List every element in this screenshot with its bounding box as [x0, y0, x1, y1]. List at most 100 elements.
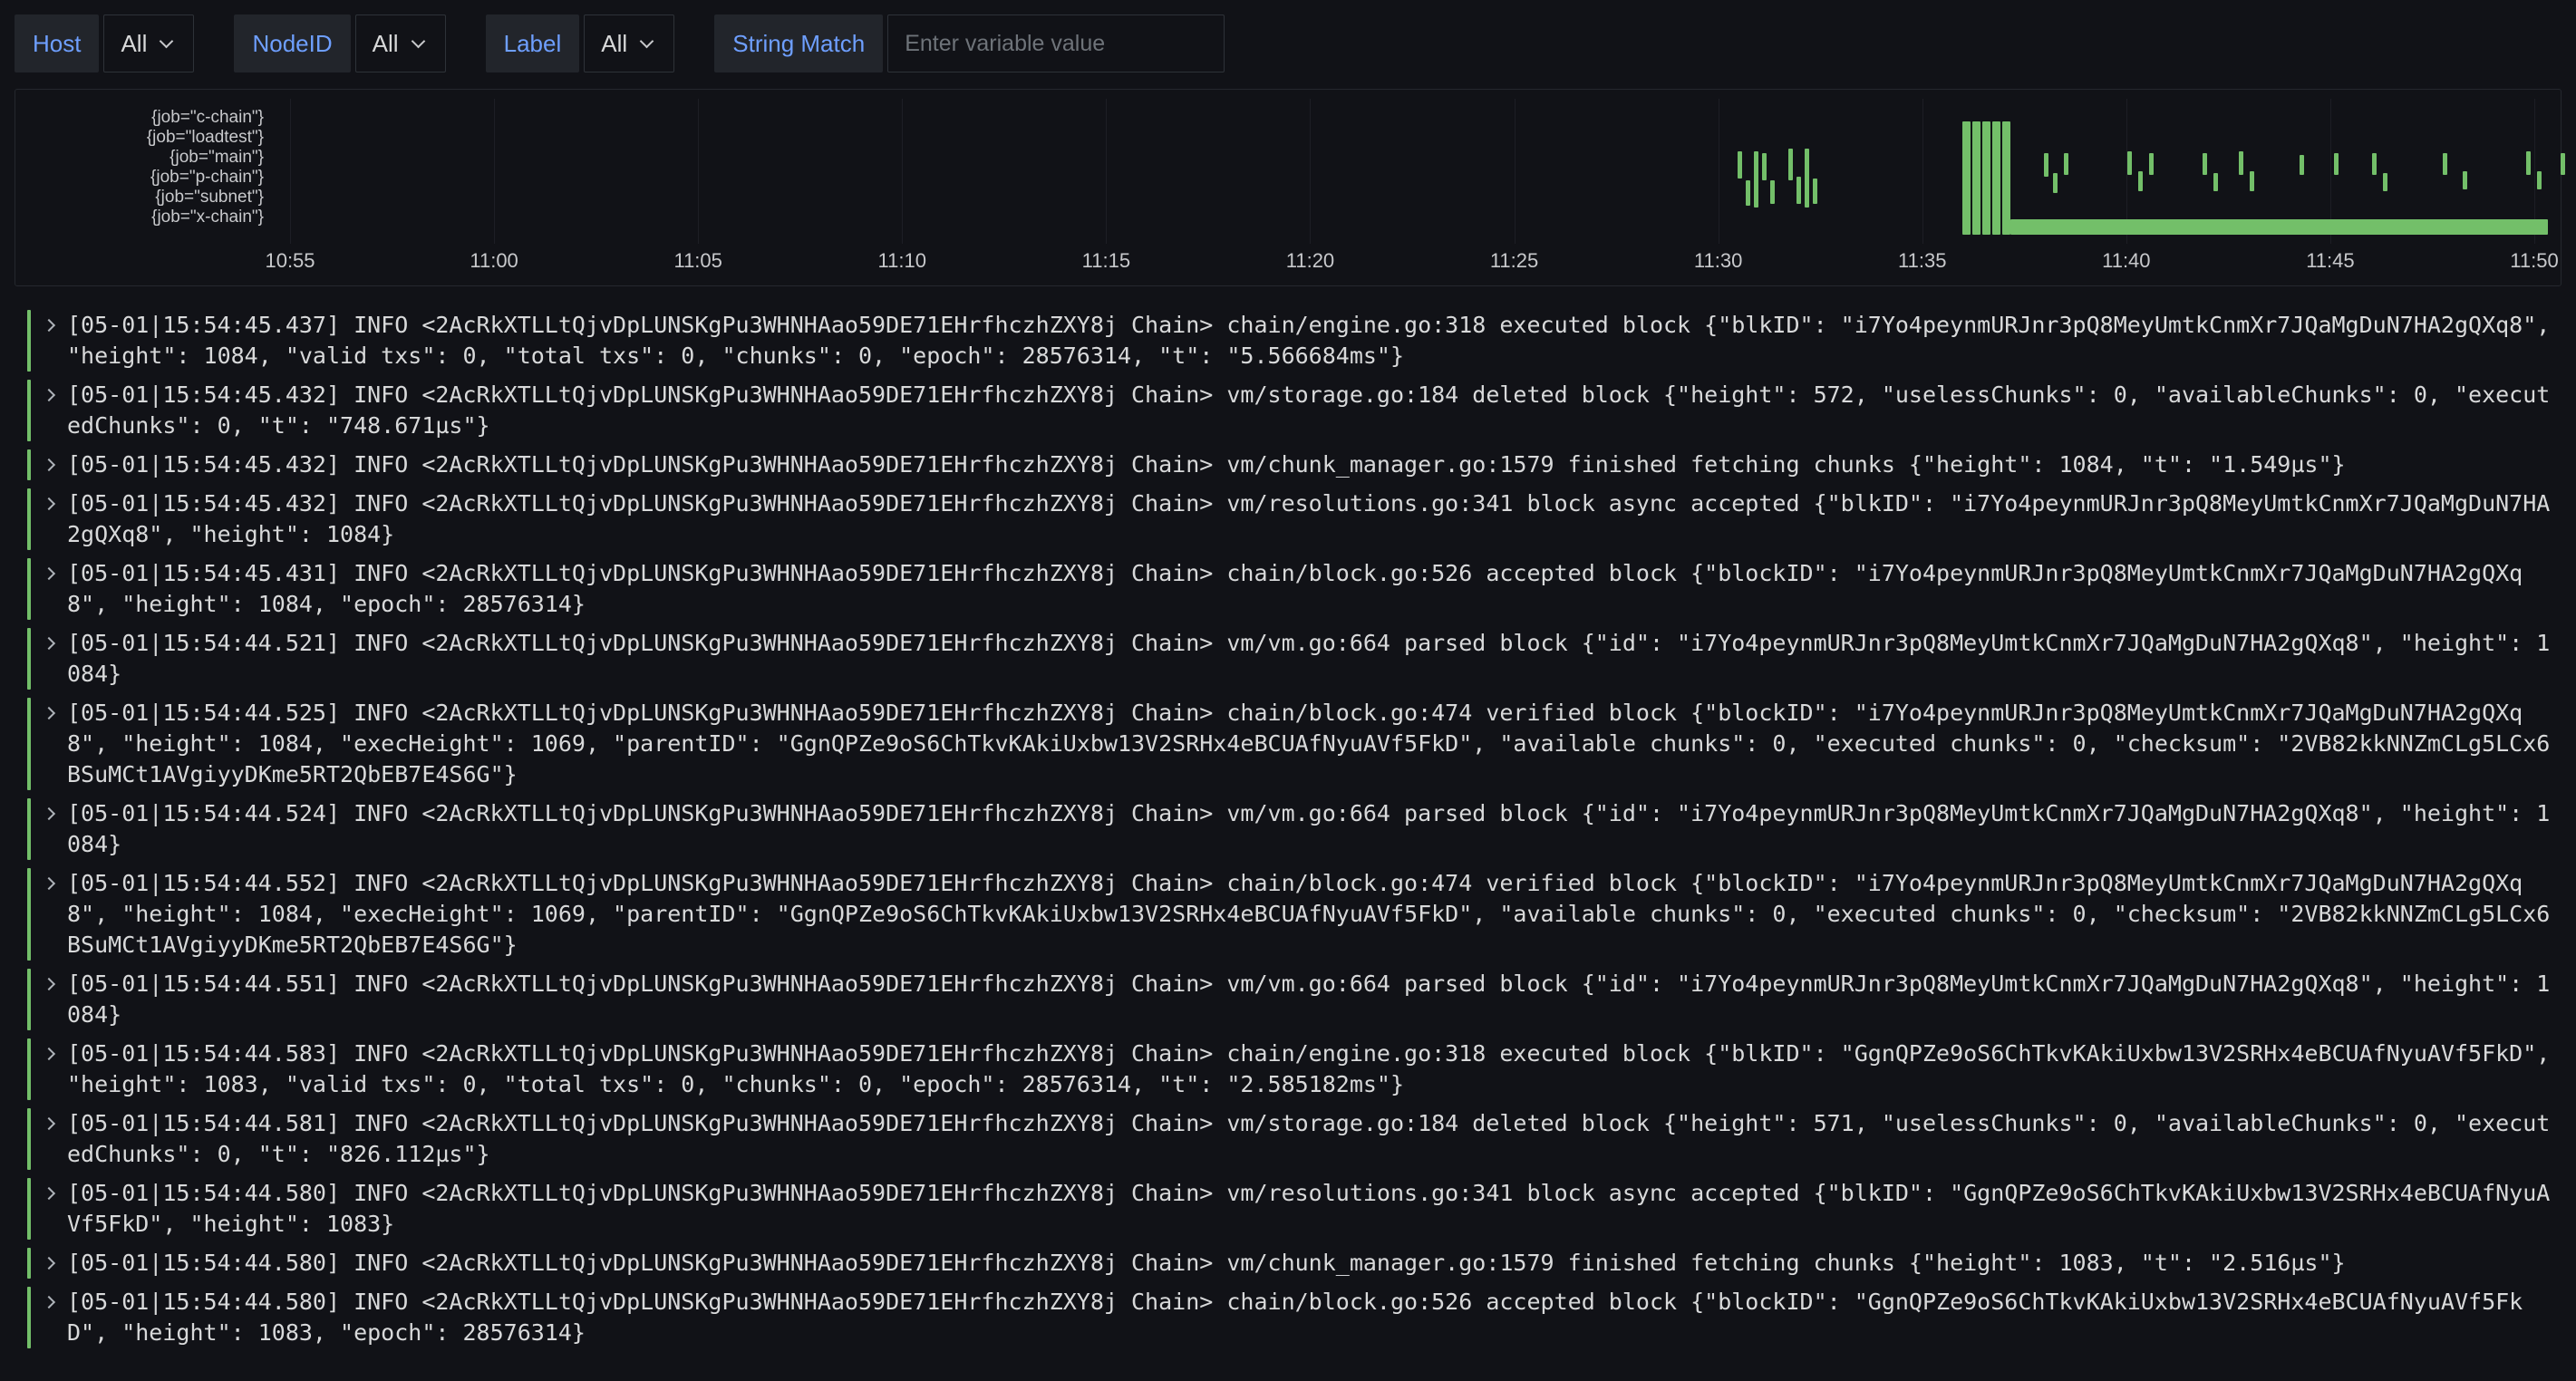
variable-nodeid: NodeID All — [234, 14, 445, 72]
log-volume-bar — [2300, 155, 2304, 175]
log-line-text: [05-01|15:54:44.580] INFO <2AcRkXTLLtQjv… — [67, 1287, 2551, 1348]
log-row[interactable]: [05-01|15:54:45.432] INFO <2AcRkXTLLtQjv… — [27, 449, 2551, 480]
log-row[interactable]: [05-01|15:54:45.432] INFO <2AcRkXTLLtQjv… — [27, 488, 2551, 550]
chevron-right-icon[interactable] — [31, 310, 67, 372]
series-label[interactable]: {job="c-chain"} — [23, 108, 264, 128]
log-volume-bar — [2053, 173, 2058, 193]
variable-label-label: Label — [486, 14, 580, 72]
series-label[interactable]: {job="p-chain"} — [23, 168, 264, 188]
log-row[interactable]: [05-01|15:54:44.521] INFO <2AcRkXTLLtQjv… — [27, 628, 2551, 690]
log-row[interactable]: [05-01|15:54:45.437] INFO <2AcRkXTLLtQjv… — [27, 310, 2551, 372]
log-row[interactable]: [05-01|15:54:44.525] INFO <2AcRkXTLLtQjv… — [27, 698, 2551, 790]
log-row[interactable]: [05-01|15:54:44.580] INFO <2AcRkXTLLtQjv… — [27, 1287, 2551, 1348]
log-volume-panel: {job="c-chain"}{job="loadtest"}{job="mai… — [15, 89, 2561, 286]
log-volume-bar — [2213, 173, 2218, 191]
series-label[interactable]: {job="x-chain"} — [23, 208, 264, 227]
log-volume-bar — [2383, 173, 2387, 191]
series-label[interactable]: {job="subnet"} — [23, 188, 264, 208]
log-row[interactable]: [05-01|15:54:44.580] INFO <2AcRkXTLLtQjv… — [27, 1248, 2551, 1279]
time-tick-label: 11:45 — [2306, 249, 2354, 273]
chevron-right-icon[interactable] — [31, 380, 67, 441]
chevron-right-icon[interactable] — [31, 449, 67, 480]
log-volume-bar — [2127, 151, 2132, 175]
chevron-right-icon[interactable] — [31, 1248, 67, 1279]
dashboard-variables-toolbar: Host All NodeID All Label All String Mat… — [0, 0, 2576, 83]
time-tick-label: 10:55 — [265, 249, 315, 273]
log-volume-bar — [1962, 121, 1971, 235]
log-volume-bar — [1813, 179, 1817, 204]
log-row[interactable]: [05-01|15:54:44.580] INFO <2AcRkXTLLtQjv… — [27, 1178, 2551, 1240]
chevron-right-icon[interactable] — [31, 798, 67, 860]
chevron-right-icon[interactable] — [31, 698, 67, 790]
variable-host-select[interactable]: All — [103, 14, 194, 72]
log-volume-bar — [2239, 151, 2243, 175]
time-tick-label: 11:05 — [673, 249, 721, 273]
chevron-right-icon[interactable] — [31, 558, 67, 620]
chevron-right-icon[interactable] — [31, 1108, 67, 1170]
log-volume-bar — [2203, 153, 2207, 175]
log-row[interactable]: [05-01|15:54:44.581] INFO <2AcRkXTLLtQjv… — [27, 1108, 2551, 1170]
log-volume-bar — [2561, 153, 2565, 175]
gridline — [1106, 99, 1107, 244]
series-labels: {job="c-chain"}{job="loadtest"}{job="mai… — [23, 108, 264, 227]
log-line-text: [05-01|15:54:45.432] INFO <2AcRkXTLLtQjv… — [67, 488, 2551, 550]
time-tick-label: 11:40 — [2102, 249, 2150, 273]
time-tick-label: 11:25 — [1490, 249, 1538, 273]
gridline — [902, 99, 903, 244]
chevron-right-icon[interactable] — [31, 868, 67, 961]
chevron-right-icon[interactable] — [31, 1178, 67, 1240]
log-row[interactable]: [05-01|15:54:45.432] INFO <2AcRkXTLLtQjv… — [27, 380, 2551, 441]
log-volume-bar — [2044, 153, 2048, 177]
variable-string-match-label: String Match — [714, 14, 883, 72]
log-line-text: [05-01|15:54:44.580] INFO <2AcRkXTLLtQjv… — [67, 1248, 2551, 1279]
chevron-down-icon — [411, 34, 425, 48]
log-volume-bar — [1770, 180, 1775, 204]
gridline — [1922, 99, 1923, 244]
variable-nodeid-value: All — [373, 30, 399, 58]
log-volume-bar — [2064, 153, 2068, 175]
variable-label-select[interactable]: All — [584, 14, 674, 72]
log-row[interactable]: [05-01|15:54:44.583] INFO <2AcRkXTLLtQjv… — [27, 1038, 2551, 1100]
log-row[interactable]: [05-01|15:54:44.551] INFO <2AcRkXTLLtQjv… — [27, 969, 2551, 1030]
log-volume-bar — [1972, 121, 1980, 235]
gridline — [290, 99, 291, 244]
log-row[interactable]: [05-01|15:54:45.431] INFO <2AcRkXTLLtQjv… — [27, 558, 2551, 620]
series-label[interactable]: {job="loadtest"} — [23, 128, 264, 148]
log-volume-bar — [2443, 153, 2447, 175]
chevron-down-icon — [640, 34, 654, 48]
variable-nodeid-label: NodeID — [234, 14, 350, 72]
log-volume-bar — [2537, 171, 2542, 189]
chevron-right-icon[interactable] — [31, 969, 67, 1030]
log-line-text: [05-01|15:54:45.432] INFO <2AcRkXTLLtQjv… — [67, 380, 2551, 441]
chevron-right-icon[interactable] — [31, 628, 67, 690]
log-line-text: [05-01|15:54:45.431] INFO <2AcRkXTLLtQjv… — [67, 558, 2551, 620]
log-list: [05-01|15:54:45.437] INFO <2AcRkXTLLtQjv… — [0, 301, 2576, 1348]
log-line-text: [05-01|15:54:44.521] INFO <2AcRkXTLLtQjv… — [67, 628, 2551, 690]
chevron-right-icon[interactable] — [31, 1038, 67, 1100]
time-tick-label: 11:10 — [878, 249, 926, 273]
log-volume-plot[interactable] — [276, 99, 2548, 244]
log-volume-bar — [2138, 171, 2143, 191]
log-line-text: [05-01|15:54:45.437] INFO <2AcRkXTLLtQjv… — [67, 310, 2551, 372]
chevron-right-icon[interactable] — [31, 1287, 67, 1348]
time-tick-label: 11:20 — [1286, 249, 1334, 273]
log-line-text: [05-01|15:54:44.551] INFO <2AcRkXTLLtQjv… — [67, 969, 2551, 1030]
log-volume-bar — [1754, 151, 1758, 208]
log-line-text: [05-01|15:54:44.581] INFO <2AcRkXTLLtQjv… — [67, 1108, 2551, 1170]
string-match-input[interactable] — [887, 14, 1225, 72]
chevron-down-icon — [160, 34, 174, 48]
log-row[interactable]: [05-01|15:54:44.524] INFO <2AcRkXTLLtQjv… — [27, 798, 2551, 860]
series-label[interactable]: {job="main"} — [23, 148, 264, 168]
log-row[interactable]: [05-01|15:54:44.552] INFO <2AcRkXTLLtQjv… — [27, 868, 2551, 961]
variable-label-value: All — [601, 30, 627, 58]
log-volume-bar — [1992, 121, 2000, 235]
variable-string-match: String Match — [714, 14, 1225, 72]
log-volume-bar — [1982, 121, 1990, 235]
chevron-right-icon[interactable] — [31, 488, 67, 550]
log-volume-bar — [2010, 219, 2548, 235]
gridline — [698, 99, 699, 244]
log-volume-bar — [2149, 153, 2154, 175]
time-tick-label: 11:35 — [1898, 249, 1946, 273]
variable-nodeid-select[interactable]: All — [355, 14, 446, 72]
log-line-text: [05-01|15:54:44.552] INFO <2AcRkXTLLtQjv… — [67, 868, 2551, 961]
